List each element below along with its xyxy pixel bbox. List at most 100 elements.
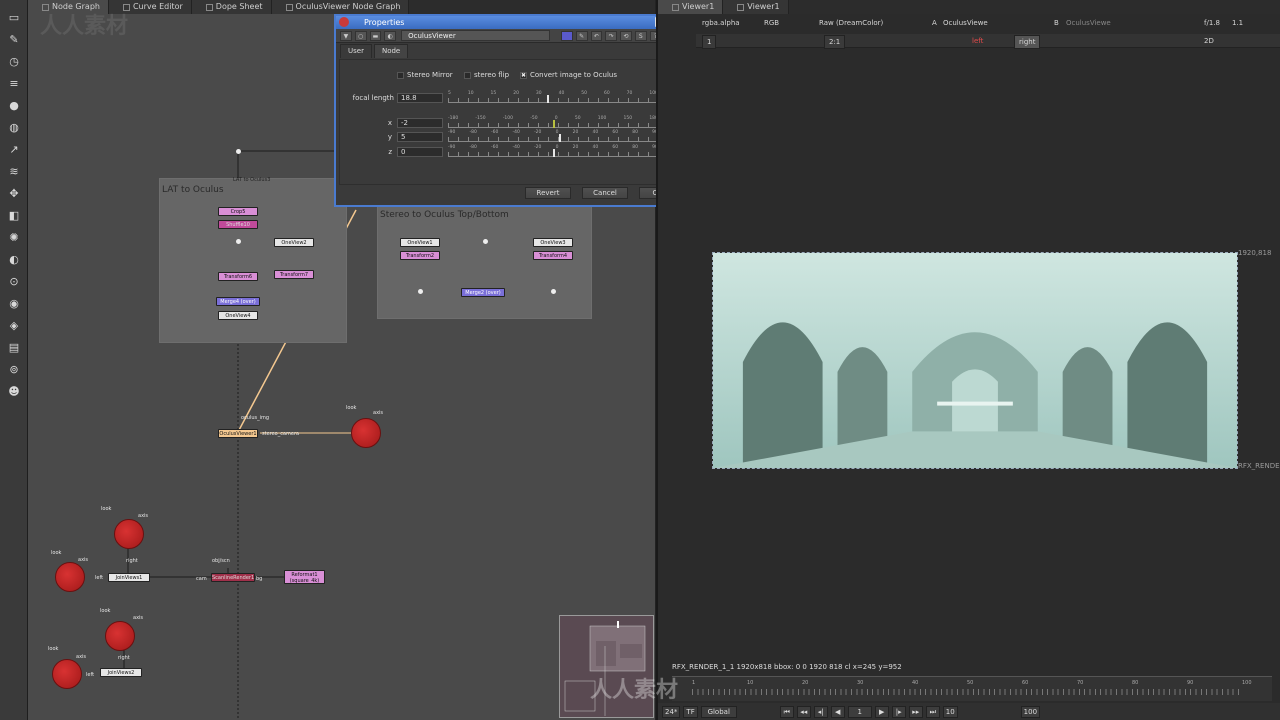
other-icon[interactable]: ▤ xyxy=(4,338,24,356)
node-name-field[interactable]: OculusViewer xyxy=(401,30,550,41)
image-icon[interactable]: ▭ xyxy=(4,8,24,26)
transform-icon[interactable]: ✥ xyxy=(4,184,24,202)
play-forward-icon[interactable]: ▶ xyxy=(874,705,889,718)
node-crop[interactable]: Crop5 xyxy=(218,207,258,216)
slider-handle[interactable] xyxy=(559,134,562,142)
global-dropdown[interactable]: Global xyxy=(700,705,737,718)
step-forward-icon[interactable]: |▸ xyxy=(891,705,906,718)
node-color-icon[interactable] xyxy=(560,30,573,41)
filter-icon[interactable]: ◍ xyxy=(4,118,24,136)
node-oculusviewer[interactable]: OculusViewer1 xyxy=(218,429,258,438)
center-node-icon[interactable]: ○ xyxy=(354,30,367,41)
slider-handle[interactable] xyxy=(553,120,555,128)
checkbox-box[interactable] xyxy=(464,71,471,79)
properties-dialog[interactable]: Properties _ □ × ▼ ○ ▬ ◐ OculusViewer ✎ … xyxy=(334,14,693,207)
y-input[interactable]: 5 xyxy=(397,132,443,142)
node-transform7[interactable]: Transform7 xyxy=(274,270,314,279)
graph-dot[interactable] xyxy=(236,239,241,244)
keyer-icon[interactable]: ↗ xyxy=(4,140,24,158)
z-input[interactable]: 0 xyxy=(397,147,443,157)
convert-image-checkbox[interactable]: ✖ Convert image to Oculus xyxy=(520,71,617,79)
camera-left-node[interactable] xyxy=(55,562,85,592)
node-joinviews2[interactable]: JoinViews2 xyxy=(100,668,142,677)
checkbox-box[interactable] xyxy=(397,71,404,79)
script-icon[interactable]: S xyxy=(634,30,647,41)
graph-minimap[interactable] xyxy=(559,615,654,718)
properties-titlebar[interactable]: Properties _ □ × xyxy=(336,16,691,29)
revert-button[interactable]: Revert xyxy=(525,187,571,199)
3d-icon[interactable]: ◧ xyxy=(4,206,24,224)
step-back-icon[interactable]: ◂| xyxy=(813,705,828,718)
check-icon[interactable]: ✖ xyxy=(520,71,527,79)
oculus-icon[interactable]: ☻ xyxy=(4,382,24,400)
minimize-panel-icon[interactable]: ▬ xyxy=(369,30,382,41)
input-b-dropdown[interactable]: OculusViewe xyxy=(1066,16,1111,30)
stereo-camera-node[interactable] xyxy=(351,418,381,448)
camera-right-node[interactable] xyxy=(114,519,144,549)
collapse-icon[interactable]: ▼ xyxy=(340,30,352,41)
color-icon[interactable]: ● xyxy=(4,96,24,114)
timeline[interactable]: 1 10 20 30 40 50 60 70 80 90 100 xyxy=(672,676,1272,701)
next-keyframe-icon[interactable]: ▸▸ xyxy=(908,705,923,718)
view-right-button[interactable]: right xyxy=(1014,35,1041,49)
redo-icon[interactable]: ↷ xyxy=(605,30,618,41)
time-icon[interactable]: ◷ xyxy=(4,52,24,70)
node-oneview1[interactable]: OneView1 xyxy=(400,238,440,247)
tf-dropdown[interactable]: TF xyxy=(683,705,698,718)
tab-viewer1-b[interactable]: Viewer1 xyxy=(723,0,789,14)
revert-icon[interactable]: ⟲ xyxy=(620,30,632,41)
z-slider[interactable]: -90-80-60-40-2002040608090 xyxy=(448,145,658,157)
tab-viewer1[interactable]: Viewer1 xyxy=(658,0,724,14)
skip-start-icon[interactable]: ⏮ xyxy=(779,705,794,718)
channel-icon[interactable]: ≡ xyxy=(4,74,24,92)
gain-value[interactable]: f/1.8 xyxy=(1204,16,1220,30)
views-icon[interactable]: ⊙ xyxy=(4,272,24,290)
current-frame-field[interactable]: 1 xyxy=(847,705,872,718)
camera-left2-node[interactable] xyxy=(52,659,82,689)
node-shuffle[interactable]: Shuffle10 xyxy=(218,220,258,229)
node-scanline-render[interactable]: ScanlineRender1 xyxy=(211,573,255,582)
node-reformat[interactable]: Reformat1 (square_4k) xyxy=(284,570,325,584)
node-merge-over[interactable]: Merge4 (over) xyxy=(216,297,260,306)
node-joinviews1[interactable]: JoinViews1 xyxy=(108,573,150,582)
node-merge2-over[interactable]: Merge2 (over) xyxy=(461,288,505,297)
metadata-icon[interactable]: ◉ xyxy=(4,294,24,312)
tab-node[interactable]: Node xyxy=(373,44,409,58)
stereo-mirror-checkbox[interactable]: Stereo Mirror xyxy=(397,71,453,79)
undo-icon[interactable]: ↶ xyxy=(590,30,603,41)
deep-icon[interactable]: ◐ xyxy=(4,250,24,268)
stereo-flip-checkbox[interactable]: stereo flip xyxy=(464,71,509,79)
end-frame-field[interactable]: 100 xyxy=(1020,705,1041,718)
y-slider[interactable]: -90-80-60-40-2002040608090 xyxy=(448,130,658,142)
edit-icon[interactable]: ✎ xyxy=(575,30,588,41)
zoom-field[interactable]: 2:1 xyxy=(824,35,846,49)
node-oneview3[interactable]: OneView3 xyxy=(533,238,573,247)
node-transform4[interactable]: Transform4 xyxy=(533,251,573,260)
furnace-icon[interactable]: ⊚ xyxy=(4,360,24,378)
node-transform6[interactable]: Transform6 xyxy=(218,272,258,281)
view-mode-dropdown[interactable]: 2D xyxy=(1204,34,1214,48)
fps-field[interactable]: 24* xyxy=(662,705,681,718)
prev-keyframe-icon[interactable]: ◂◂ xyxy=(796,705,811,718)
input-a-dropdown[interactable]: OculusViewe xyxy=(943,16,988,30)
graph-dot[interactable] xyxy=(551,289,556,294)
backdrop-stereo-to-oculus[interactable]: Stereo to Oculus Top/Bottom xyxy=(377,203,592,319)
node-oneview4[interactable]: OneView4 xyxy=(218,311,258,320)
slider-handle[interactable] xyxy=(546,95,549,103)
node-oneview-a[interactable]: OneView2 xyxy=(274,238,314,247)
node-transform2[interactable]: Transform2 xyxy=(400,251,440,260)
view-left-button[interactable]: left xyxy=(972,34,983,48)
colorspace-dropdown[interactable]: RGB xyxy=(764,16,779,30)
draw-icon[interactable]: ✎ xyxy=(4,30,24,48)
merge-icon[interactable]: ≋ xyxy=(4,162,24,180)
cancel-button[interactable]: Cancel xyxy=(582,187,628,199)
play-backward-icon[interactable]: ◀ xyxy=(830,705,845,718)
graph-dot[interactable] xyxy=(418,289,423,294)
tab-user[interactable]: User xyxy=(340,44,372,58)
camera-right2-node[interactable] xyxy=(105,621,135,651)
skip-end-icon[interactable]: ⏭ xyxy=(925,705,940,718)
graph-dot[interactable] xyxy=(483,239,488,244)
graph-dot[interactable] xyxy=(236,149,241,154)
settings-icon[interactable]: ◐ xyxy=(384,30,397,41)
frame-field[interactable]: 1 xyxy=(702,35,717,49)
